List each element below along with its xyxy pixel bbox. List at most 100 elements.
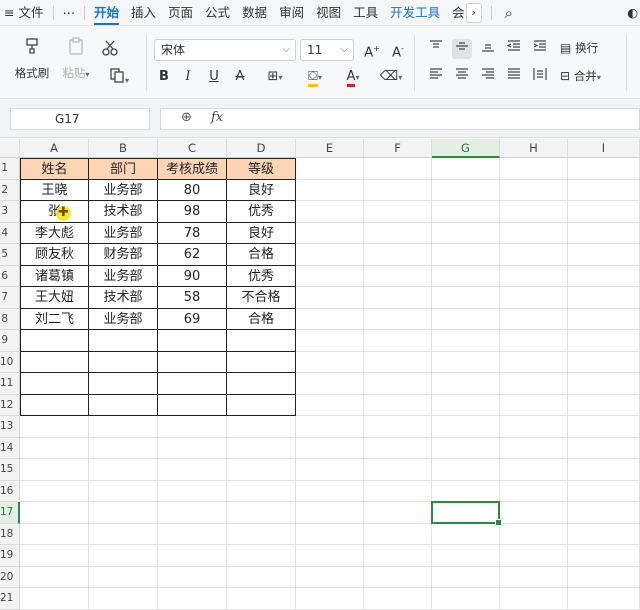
align-left-icon[interactable] <box>426 67 446 87</box>
grid-cell[interactable] <box>432 394 500 416</box>
table-cell[interactable] <box>20 351 89 373</box>
grid-cell[interactable] <box>20 416 89 438</box>
spreadsheet-grid[interactable]: A B C D E F G H I 1 姓名 部门 考核成绩 等级 2 王晓 业务部 80 良好 3 张技术部 98 优秀 4… <box>0 139 640 610</box>
grid-cell[interactable] <box>227 502 296 524</box>
grid-cell[interactable] <box>432 459 500 481</box>
grid-cell[interactable] <box>568 222 640 244</box>
grid-cell[interactable] <box>500 566 568 588</box>
grid-cell[interactable] <box>158 416 227 438</box>
table-cell[interactable]: 78 <box>158 222 227 244</box>
grid-cell[interactable] <box>432 308 500 330</box>
grid-cell[interactable] <box>89 502 158 524</box>
grid-cell[interactable] <box>227 523 296 545</box>
grid-cell[interactable] <box>568 351 640 373</box>
extra-icon[interactable]: ◐ <box>621 0 640 26</box>
grid-cell[interactable] <box>364 566 432 588</box>
table-cell[interactable]: 业务部 <box>89 222 158 244</box>
grid-cell[interactable] <box>227 545 296 567</box>
tab-developer[interactable]: 开发工具 <box>384 0 446 26</box>
grid-cell[interactable] <box>227 480 296 502</box>
grid-cell[interactable] <box>227 416 296 438</box>
grid-cell[interactable] <box>364 394 432 416</box>
grid-cell[interactable] <box>227 437 296 459</box>
grid-cell[interactable] <box>89 545 158 567</box>
grid-cell[interactable] <box>568 330 640 352</box>
row-header[interactable]: 8 <box>0 308 20 330</box>
tab-page[interactable]: 页面 <box>162 0 199 26</box>
grid-cell[interactable] <box>364 437 432 459</box>
grid-cell[interactable] <box>296 287 364 309</box>
fill-color-button[interactable]: ⛋▾ <box>298 67 332 87</box>
tab-view[interactable]: 视图 <box>310 0 347 26</box>
increase-font-button[interactable]: A+ <box>362 39 382 60</box>
grid-cell[interactable] <box>296 566 364 588</box>
table-cell[interactable] <box>158 373 227 395</box>
table-cell[interactable]: 李大彪 <box>20 222 89 244</box>
grid-cell[interactable] <box>364 158 432 180</box>
grid-cell[interactable] <box>296 416 364 438</box>
table-cell[interactable] <box>89 330 158 352</box>
grid-cell[interactable] <box>432 201 500 223</box>
table-cell[interactable]: 90 <box>158 265 227 287</box>
table-cell[interactable]: 财务部 <box>89 244 158 266</box>
more-menu-icon[interactable]: ⋯ <box>57 0 82 26</box>
grid-cell[interactable] <box>296 437 364 459</box>
row-header[interactable]: 9 <box>0 330 20 352</box>
grid-cell[interactable] <box>568 566 640 588</box>
grid-cell[interactable] <box>364 201 432 223</box>
tab-member[interactable]: 会 <box>446 0 466 26</box>
grid-cell[interactable] <box>89 437 158 459</box>
strikethrough-button[interactable]: A <box>230 67 250 87</box>
grid-cell[interactable] <box>500 201 568 223</box>
grid-cell[interactable] <box>296 545 364 567</box>
grid-cell[interactable] <box>364 351 432 373</box>
table-cell[interactable]: 技术部 <box>89 201 158 223</box>
row-header[interactable]: 17 <box>0 502 20 524</box>
grid-cell[interactable] <box>20 566 89 588</box>
chevron-right-icon[interactable]: › <box>465 2 482 23</box>
indent-increase-icon[interactable] <box>530 39 550 59</box>
merge-button[interactable]: ⊟ 合并▾ <box>560 68 616 84</box>
table-cell[interactable]: 优秀 <box>227 265 296 287</box>
column-header[interactable]: C <box>158 139 227 158</box>
table-cell[interactable] <box>227 330 296 352</box>
row-header[interactable]: 20 <box>0 566 20 588</box>
grid-cell[interactable] <box>20 523 89 545</box>
grid-cell[interactable] <box>158 566 227 588</box>
grid-cell[interactable] <box>364 523 432 545</box>
grid-cell[interactable] <box>568 416 640 438</box>
grid-cell[interactable] <box>500 351 568 373</box>
table-cell[interactable]: 刘二飞 <box>20 308 89 330</box>
column-header[interactable]: I <box>568 139 640 158</box>
table-cell[interactable]: 技术部 <box>89 287 158 309</box>
table-cell[interactable]: 业务部 <box>89 265 158 287</box>
row-header[interactable]: 7 <box>0 287 20 309</box>
grid-cell[interactable] <box>296 351 364 373</box>
table-cell[interactable] <box>89 351 158 373</box>
grid-cell[interactable] <box>227 566 296 588</box>
grid-cell[interactable] <box>296 244 364 266</box>
grid-cell[interactable] <box>568 265 640 287</box>
grid-cell[interactable] <box>296 480 364 502</box>
tab-home[interactable]: 开始 <box>88 0 125 26</box>
row-header[interactable]: 10 <box>0 351 20 373</box>
tab-formula[interactable]: 公式 <box>199 0 236 26</box>
table-cell[interactable] <box>89 373 158 395</box>
grid-cell[interactable] <box>432 480 500 502</box>
decrease-font-button[interactable]: A- <box>388 39 408 60</box>
table-cell[interactable]: 良好 <box>227 222 296 244</box>
grid-cell[interactable] <box>500 373 568 395</box>
grid-cell[interactable] <box>432 265 500 287</box>
grid-cell[interactable] <box>20 502 89 524</box>
grid-cell[interactable] <box>432 523 500 545</box>
format-painter-button[interactable]: 格式刷 <box>12 37 52 81</box>
grid-cell[interactable] <box>227 459 296 481</box>
font-name-select[interactable]: 宋体 ⌵ <box>154 39 296 61</box>
grid-cell[interactable] <box>432 158 500 180</box>
grid-cell[interactable] <box>158 523 227 545</box>
grid-cell[interactable] <box>20 459 89 481</box>
name-box[interactable]: G17 <box>10 108 150 130</box>
table-cell[interactable]: 诸葛镇 <box>20 265 89 287</box>
grid-cell[interactable] <box>500 222 568 244</box>
grid-cell[interactable] <box>500 158 568 180</box>
